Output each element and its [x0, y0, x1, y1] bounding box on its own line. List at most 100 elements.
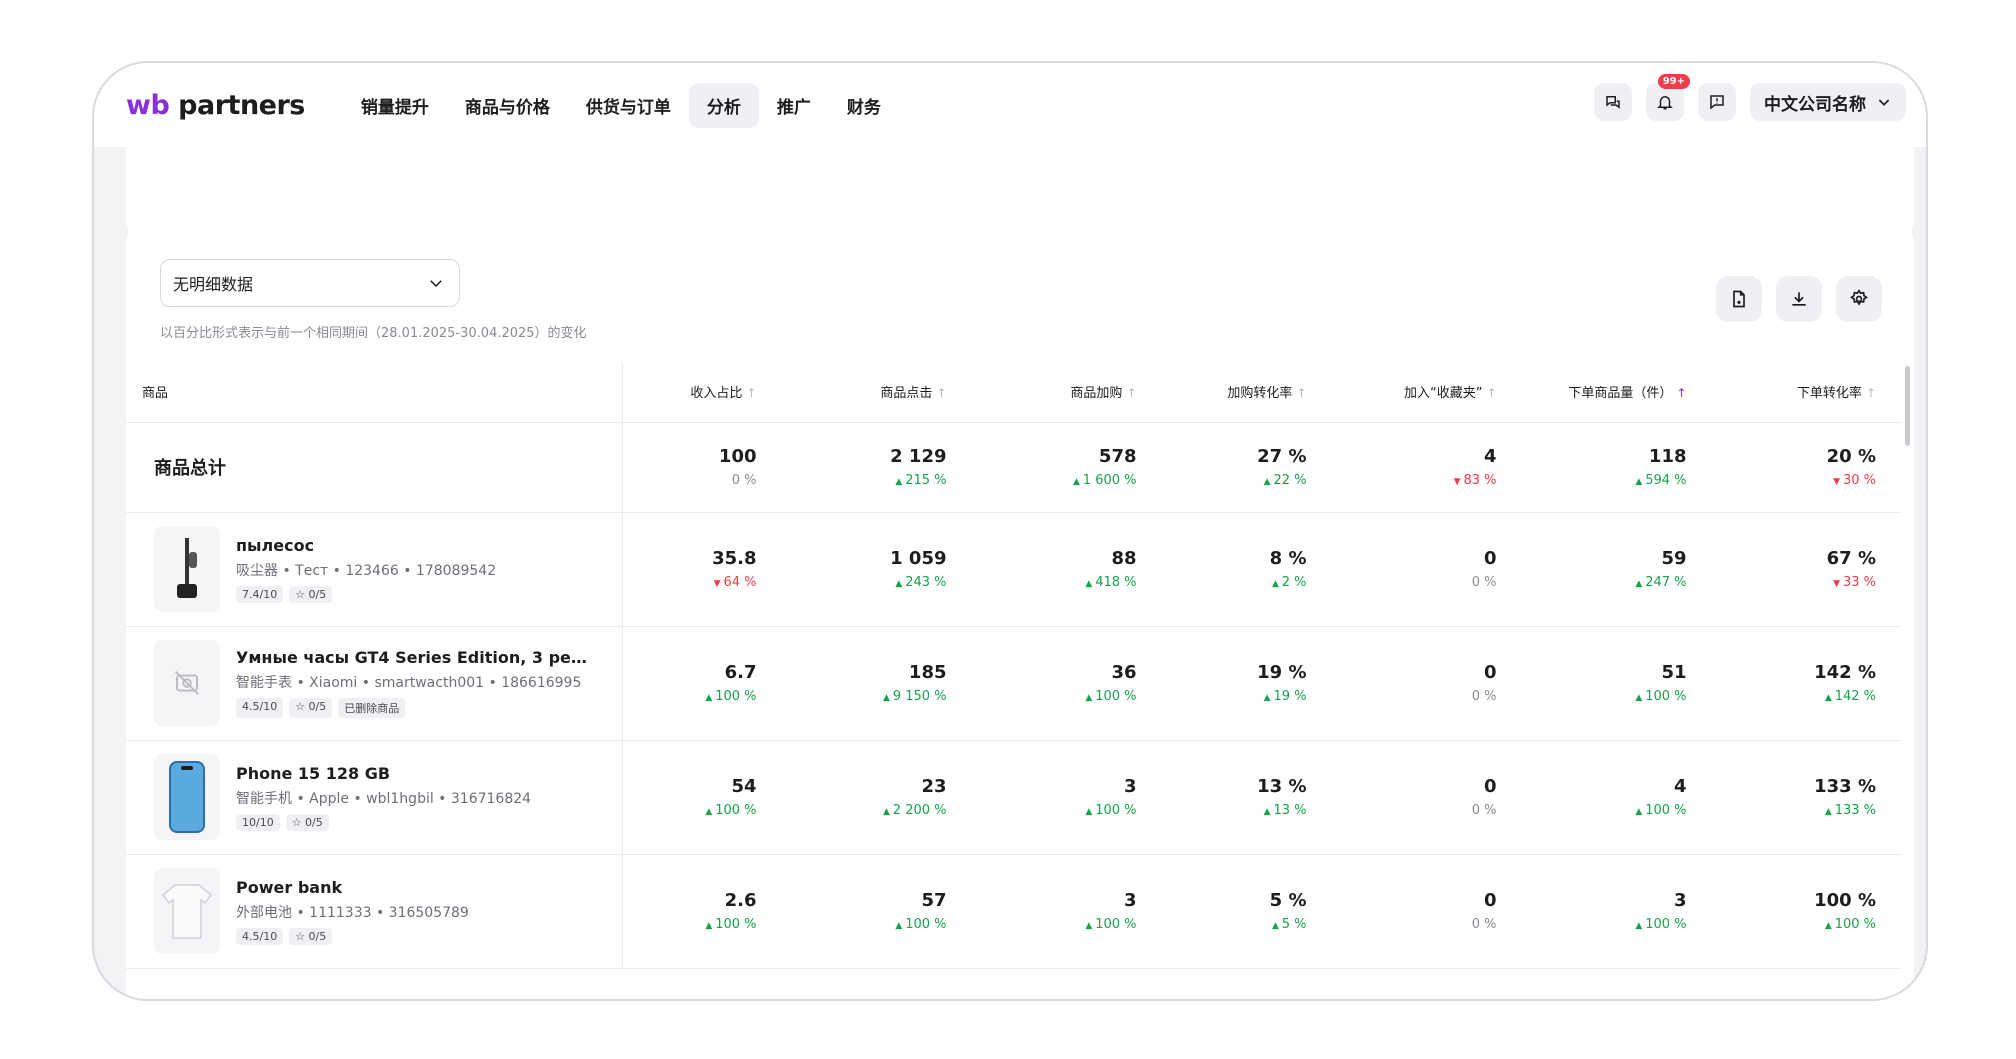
total-label-cell: 商品总计: [126, 422, 623, 513]
sort-arrow-icon[interactable]: ↑: [1676, 386, 1686, 400]
metric-cell: 19 % ▲ 19 %: [1162, 626, 1333, 741]
sort-arrow-icon[interactable]: ↑: [1296, 386, 1306, 400]
nav-item[interactable]: 销量提升: [343, 83, 447, 128]
triangle-up-icon: ▲: [1635, 477, 1646, 487]
nav-item[interactable]: 供货与订单: [568, 83, 689, 128]
download-icon: [1792, 292, 1806, 306]
product-info: Phone 15 128 GB 智能手机 • Apple • wbl1hgbil …: [154, 754, 596, 840]
feedback-button[interactable]: [1698, 83, 1736, 121]
table-row[interactable]: Phone 15 128 GB 智能手机 • Apple • wbl1hgbil …: [126, 740, 1902, 855]
table-row[interactable]: пылесос 吸尘器 • Тест • 123466 • 178089542 7.…: [126, 512, 1902, 627]
sort-arrow-icon[interactable]: ↑: [936, 386, 946, 400]
change-text: 243 %: [905, 575, 947, 590]
change-text: 100 %: [715, 917, 757, 932]
column-label: 下单商品量（件）: [1568, 386, 1673, 402]
product-tag: ☆ 0/5: [285, 813, 329, 831]
change-text: 100 %: [905, 917, 947, 932]
nav-item[interactable]: 商品与价格: [447, 83, 568, 128]
triangle-up-icon: ▲: [1635, 579, 1646, 589]
notifications-button[interactable]: 99+: [1646, 74, 1690, 121]
column-header[interactable]: 加入“收藏夹” ↑: [1332, 362, 1523, 423]
period-hint: 以百分比形式表示与前一个相同期间（28.01.2025-30.04.2025）的…: [160, 326, 587, 341]
product-cell[interactable]: Phone 15 128 GB 智能手机 • Apple • wbl1hgbil …: [126, 740, 623, 855]
sort-arrow-icon[interactable]: ↑: [1866, 386, 1876, 400]
metric-value: 2 129: [890, 446, 947, 467]
metric-change: 0 %: [1333, 575, 1497, 590]
metric-cell: 54 ▲ 100 %: [622, 740, 783, 855]
product-name[interactable]: Power bank: [236, 878, 469, 897]
product-cell[interactable]: пылесос 吸尘器 • Тест • 123466 • 178089542 7.…: [126, 512, 623, 627]
triangle-up-icon: ▲: [705, 807, 716, 817]
change-text: 100 %: [1645, 803, 1687, 818]
product-text: пылесос 吸尘器 • Тест • 123466 • 178089542 7.…: [236, 536, 496, 603]
detail-select[interactable]: 无明细数据: [160, 259, 460, 307]
change-text: 0 %: [1471, 575, 1497, 590]
metric-change: ▲ 594 %: [1523, 473, 1686, 488]
change-text: 100 %: [715, 803, 757, 818]
sort-arrow-icon[interactable]: ↑: [746, 386, 756, 400]
metric-value: 100: [718, 446, 757, 467]
column-header[interactable]: 下单商品量（件） ↑: [1522, 362, 1713, 423]
change-text: 13 %: [1273, 803, 1307, 818]
metric-cell: 3 ▲ 100 %: [972, 854, 1163, 969]
triangle-up-icon: ▲: [1635, 693, 1646, 703]
triangle-up-icon: ▲: [1824, 921, 1835, 931]
metric-cell: 3 ▲ 100 %: [1522, 854, 1713, 969]
product-tag: ☆ 0/5: [289, 585, 333, 603]
table-row[interactable]: Умные часы GT4 Series Edition, 3 реме...…: [126, 626, 1902, 741]
download-button[interactable]: [1776, 276, 1822, 322]
table-scrollbar[interactable]: [1905, 366, 1910, 446]
settings-button[interactable]: [1836, 276, 1882, 322]
report-button[interactable]: [1716, 276, 1762, 322]
metric-value: 51: [1661, 662, 1687, 683]
column-header[interactable]: 下单转化率 ↑: [1712, 362, 1902, 423]
product-tag: ☆ 0/5: [289, 698, 333, 718]
product-cell[interactable]: Умные часы GT4 Series Edition, 3 реме...…: [126, 626, 623, 741]
product-name[interactable]: пылесос: [236, 536, 496, 555]
sort-arrow-icon[interactable]: ↑: [1486, 386, 1496, 400]
table-row[interactable]: Power bank 外部电池 • 1111333 • 316505789 4.5/…: [126, 854, 1902, 969]
product-info: Умные часы GT4 Series Edition, 3 реме...…: [154, 640, 596, 726]
nav-item[interactable]: 财务: [829, 83, 899, 128]
product-name[interactable]: Phone 15 128 GB: [236, 764, 531, 783]
table-tools: [1716, 276, 1882, 322]
product-name[interactable]: Умные часы GT4 Series Edition, 3 реме...: [236, 648, 596, 667]
metric-change: ▲ 142 %: [1713, 689, 1876, 704]
triangle-up-icon: ▲: [895, 921, 906, 931]
company-selector[interactable]: 中文公司名称: [1750, 83, 1906, 121]
metric-change: ▲ 133 %: [1713, 803, 1876, 818]
triangle-up-icon: ▲: [1635, 807, 1646, 817]
column-label: 收入占比: [690, 386, 743, 402]
metric-value: 54: [731, 776, 757, 797]
metric-value: 20 %: [1826, 446, 1876, 467]
column-header[interactable]: 商品点击 ↑: [782, 362, 973, 423]
metric-value: 1 059: [890, 548, 947, 569]
sort-arrow-icon[interactable]: ↑: [1126, 386, 1136, 400]
product-meta: 智能手表 • Xiaomi • smartwacth001 • 18661699…: [236, 675, 582, 691]
top-right-controls: 99+ 中文公司名称: [1594, 74, 1906, 121]
metric-value: 67 %: [1826, 548, 1876, 569]
column-header[interactable]: 收入占比 ↑: [622, 362, 783, 423]
wb-partners-logo[interactable]: wb partners: [126, 90, 305, 121]
tshirt-thumbnail: [154, 868, 220, 954]
product-cell[interactable]: Power bank 外部电池 • 1111333 • 316505789 4.5/…: [126, 854, 623, 969]
triangle-up-icon: ▲: [1085, 579, 1096, 589]
column-header[interactable]: 商品加购 ↑: [972, 362, 1163, 423]
metric-value: 2.6: [724, 890, 757, 911]
nav-item[interactable]: 分析: [688, 82, 759, 128]
vacuum-thumbnail: [154, 526, 220, 612]
change-text: 100 %: [1645, 689, 1687, 704]
metric-change: ▲ 2 200 %: [783, 803, 947, 818]
chat-button[interactable]: [1594, 83, 1632, 121]
nav-item[interactable]: 推广: [759, 83, 829, 128]
column-header[interactable]: 加购转化率 ↑: [1162, 362, 1333, 423]
change-text: 5 %: [1281, 917, 1307, 932]
column-label: 商品加购: [1070, 386, 1123, 402]
metric-change: 0 %: [623, 473, 757, 488]
metric-change: 0 %: [1333, 803, 1497, 818]
metric-cell: 2 129 ▲ 215 %: [782, 422, 973, 513]
metric-cell: 1 059 ▲ 243 %: [782, 512, 973, 627]
change-text: 100 %: [1834, 917, 1876, 932]
metric-value: 3: [1123, 890, 1137, 911]
metric-change: ▼ 33 %: [1713, 575, 1876, 590]
